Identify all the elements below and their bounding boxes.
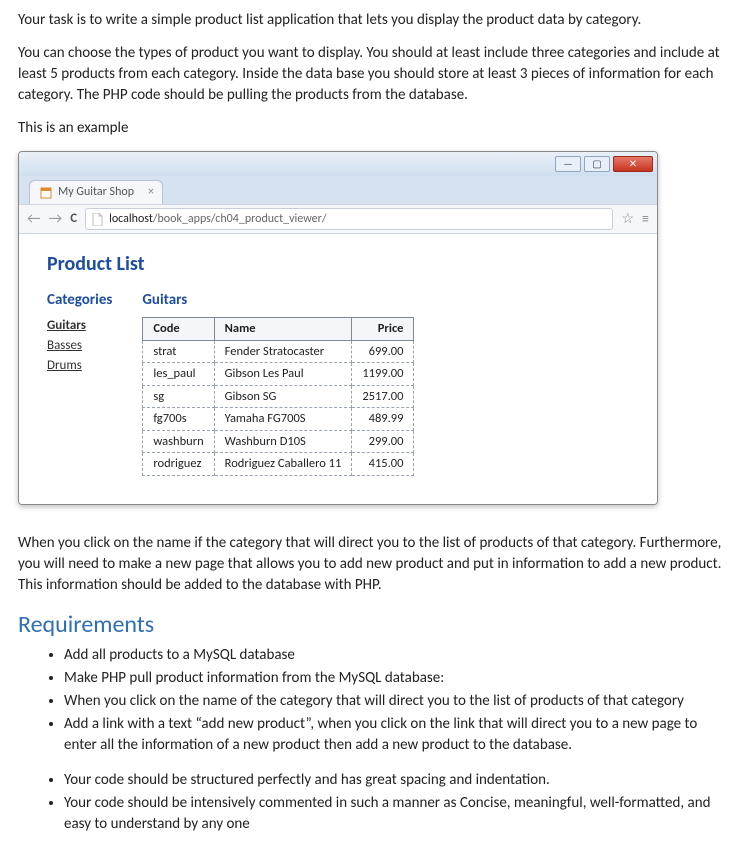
table-row: sgGibson SG2517.00 [143, 385, 414, 408]
col-name: Name [214, 318, 352, 341]
categories-heading: Categories [47, 290, 112, 311]
requirement-item: When you click on the name of the catego… [64, 691, 728, 712]
browser-tab[interactable]: My Guitar Shop × [29, 180, 163, 204]
requirement-item: Add all products to a MySQL database [64, 645, 728, 666]
products-heading: Guitars [142, 290, 414, 311]
cell-code: les_paul [143, 363, 214, 386]
cell-code: sg [143, 385, 214, 408]
tab-strip: My Guitar Shop × [19, 176, 657, 204]
intro-p1: Your task is to write a simple product l… [18, 10, 728, 31]
cell-code: strat [143, 340, 214, 363]
category-link[interactable]: Basses [47, 337, 112, 355]
menu-icon[interactable]: ≡ [642, 209, 649, 229]
requirements-heading: Requirements [18, 608, 728, 642]
cell-code: fg700s [143, 408, 214, 431]
bookmark-star-icon[interactable]: ☆ [621, 209, 634, 229]
page-body: Product List Categories Guitars Basses Dru… [19, 234, 657, 504]
url-path: /book_apps/ch04_product_viewer/ [153, 212, 327, 226]
cell-price: 2517.00 [352, 385, 414, 408]
url-field[interactable]: localhost/book_apps/ch04_product_viewer/ [85, 208, 613, 230]
cell-price: 415.00 [352, 453, 414, 476]
tab-close-icon[interactable]: × [148, 184, 154, 201]
cell-code: washburn [143, 430, 214, 453]
minimize-button[interactable]: — [555, 156, 581, 172]
cell-price: 489.99 [352, 408, 414, 431]
requirement-item: Make PHP pull product information from t… [64, 668, 728, 689]
requirement-item: Add a link with a text “add new product”… [64, 714, 728, 756]
requirement-item: Your code should be structured perfectly… [64, 770, 728, 791]
url-host: localhost [109, 212, 153, 226]
col-price: Price [352, 318, 414, 341]
page-title: Product List [47, 250, 629, 278]
table-row: washburnWashburn D10S299.00 [143, 430, 414, 453]
reload-button[interactable]: C [70, 210, 77, 228]
products-panel: Guitars Code Name Price stratFender Stra… [142, 290, 414, 476]
cell-name: Rodriguez Caballero 11 [214, 453, 352, 476]
category-link[interactable]: Guitars [47, 317, 112, 335]
cell-name: Fender Stratocaster [214, 340, 352, 363]
intro-p3: This is an example [18, 118, 728, 139]
cell-price: 299.00 [352, 430, 414, 453]
close-button[interactable]: ✕ [613, 156, 653, 172]
back-button[interactable]: ← [27, 209, 41, 230]
cell-price: 699.00 [352, 340, 414, 363]
address-bar: ← → C localhost/book_apps/ch04_product_v… [19, 204, 657, 234]
page-icon [40, 187, 52, 199]
post-p1: When you click on the name if the catego… [18, 533, 728, 596]
table-row: les_paulGibson Les Paul1199.00 [143, 363, 414, 386]
table-row: rodriguezRodriguez Caballero 11415.00 [143, 453, 414, 476]
intro-p2: You can choose the types of product you … [18, 43, 728, 106]
cell-name: Gibson Les Paul [214, 363, 352, 386]
window-titlebar: — ▢ ✕ [19, 152, 657, 176]
cell-name: Washburn D10S [214, 430, 352, 453]
products-table: Code Name Price stratFender Stratocaster… [142, 317, 414, 476]
cell-name: Yamaha FG700S [214, 408, 352, 431]
maximize-button[interactable]: ▢ [584, 156, 610, 172]
cell-name: Gibson SG [214, 385, 352, 408]
table-row: stratFender Stratocaster699.00 [143, 340, 414, 363]
file-icon [92, 213, 103, 226]
col-code: Code [143, 318, 214, 341]
browser-window: — ▢ ✕ My Guitar Shop × ← → C localhost/b… [18, 151, 658, 505]
cell-price: 1199.00 [352, 363, 414, 386]
tab-title: My Guitar Shop [58, 184, 134, 201]
category-link[interactable]: Drums [47, 357, 112, 375]
forward-button[interactable]: → [49, 209, 63, 230]
categories-panel: Categories Guitars Basses Drums [47, 290, 112, 476]
cell-code: rodriguez [143, 453, 214, 476]
table-row: fg700sYamaha FG700S489.99 [143, 408, 414, 431]
